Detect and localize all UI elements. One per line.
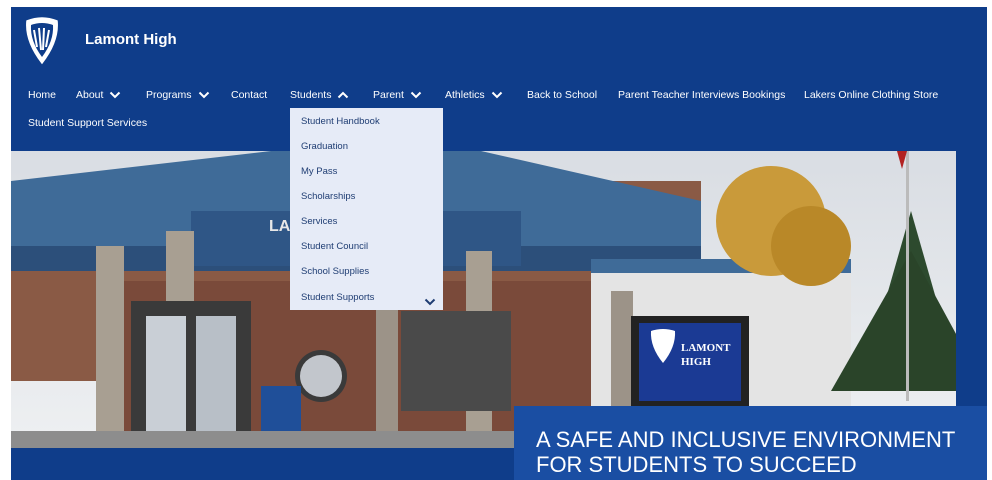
website: Lamont High Home About Programs Contact … xyxy=(11,7,987,480)
chevron-down-icon xyxy=(410,91,422,99)
nav-contact[interactable]: Contact xyxy=(231,84,267,106)
nav-label: Programs xyxy=(146,89,192,101)
chevron-down-icon xyxy=(198,91,210,99)
menu-item-student-council[interactable]: Student Council xyxy=(301,241,368,252)
nav-label: About xyxy=(76,89,104,101)
menu-item-services[interactable]: Services xyxy=(301,216,337,227)
nav-programs[interactable]: Programs xyxy=(146,84,210,106)
nav-label: Student Support Services xyxy=(28,117,148,129)
chevron-down-icon[interactable] xyxy=(424,293,436,311)
nav-back-to-school[interactable]: Back to School xyxy=(527,84,597,106)
hero-image: LAMONT HIGH LA xyxy=(11,151,987,448)
nav-lakers-clothing-store[interactable]: Lakers Online Clothing Store xyxy=(804,84,938,106)
nav-label: Home xyxy=(28,89,57,101)
nav-label: Lakers Online Clothing Store xyxy=(804,89,939,101)
menu-item-student-handbook[interactable]: Student Handbook xyxy=(301,116,380,127)
chevron-down-icon xyxy=(491,91,503,99)
building-letters: LA xyxy=(269,218,291,235)
nav-student-support-services[interactable]: Student Support Services xyxy=(28,112,147,134)
students-dropdown-menu: Student Handbook Graduation My Pass Scho… xyxy=(290,108,443,310)
site-title[interactable]: Lamont High xyxy=(85,31,177,48)
menu-item-graduation[interactable]: Graduation xyxy=(301,141,348,152)
site-header: Lamont High Home About Programs Contact … xyxy=(11,7,987,151)
nav-label: Students xyxy=(290,89,332,101)
sign-text-lamont: LAMONT xyxy=(681,342,731,354)
chevron-up-icon xyxy=(337,91,349,99)
nav-about[interactable]: About xyxy=(76,84,121,106)
nav-label: Contact xyxy=(231,89,268,101)
nav-parent[interactable]: Parent xyxy=(373,84,422,106)
sign-text-high: HIGH xyxy=(681,356,711,368)
hero-tagline: A SAFE AND INCLUSIVE ENVIRONMENT FOR STU… xyxy=(514,406,987,480)
nav-parent-teacher-interviews[interactable]: Parent Teacher Interviews Bookings xyxy=(618,84,785,106)
menu-item-school-supplies[interactable]: School Supplies xyxy=(301,266,369,277)
nav-label: Parent xyxy=(373,89,404,101)
menu-item-my-pass[interactable]: My Pass xyxy=(301,166,337,177)
menu-item-scholarships[interactable]: Scholarships xyxy=(301,191,355,202)
nav-label: Athletics xyxy=(445,89,485,101)
nav-students[interactable]: Students xyxy=(290,84,349,106)
nav-label: Back to School xyxy=(527,89,598,101)
nav-athletics[interactable]: Athletics xyxy=(445,84,503,106)
nav-label: Parent Teacher Interviews Bookings xyxy=(618,89,786,101)
school-crest-logo[interactable] xyxy=(23,17,61,65)
nav-home[interactable]: Home xyxy=(28,84,56,106)
school-building-photo: LAMONT HIGH LA xyxy=(11,151,987,448)
chevron-down-icon xyxy=(109,91,121,99)
menu-item-student-supports[interactable]: Student Supports xyxy=(301,292,374,303)
